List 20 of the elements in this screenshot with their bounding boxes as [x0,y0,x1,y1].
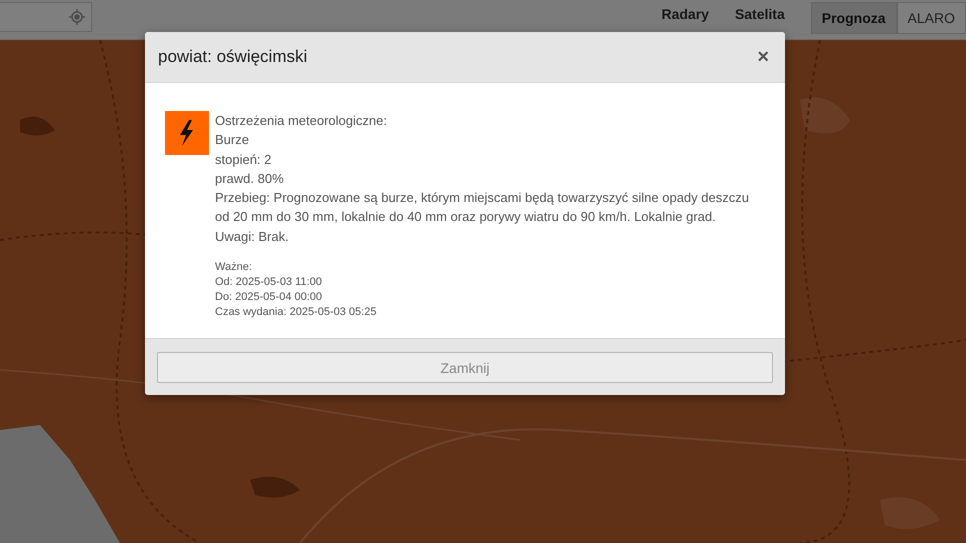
warning-text: Przebieg: Prognozowane są burze, którym miejscami będą towarzyszyć silne opady deszczu od 20 mm do 30 mm, lokalnie do 40 mm oraz porywy wiatru do 90 km/h. Lokalnie grad. [215,189,750,226]
locate-icon[interactable] [69,9,85,25]
validity-text: Ważne: [215,260,253,276]
lightning-icon [165,111,209,155]
warning-text: Uwagi: Brak. [215,228,290,246]
search-field[interactable] [0,2,92,32]
nav-link[interactable]: Satelita [734,6,785,22]
warning-text: prawd. 80% [215,170,285,188]
dialog-title: powiat: oświęcimski [158,47,308,67]
validity-text: Do: 2025-05-04 00:00 [215,290,324,306]
close-button[interactable]: × [753,46,773,68]
warning-text: Ostrzeżenia meteorologiczne: [215,112,388,130]
validity-text: Czas wydania: 2025-05-03 05:25 [215,305,378,320]
warning-text: stopień: 2 [215,150,272,169]
mode-tab[interactable]: Prognoza [810,2,897,34]
warning-text: Burze [215,131,250,150]
validity-text: Od: 2025-05-03 11:00 [215,275,323,290]
mode-tab[interactable]: ALARO [896,2,966,34]
close-dialog-button[interactable]: Zamknij [157,352,773,384]
nav-link[interactable]: Radary [661,6,709,22]
